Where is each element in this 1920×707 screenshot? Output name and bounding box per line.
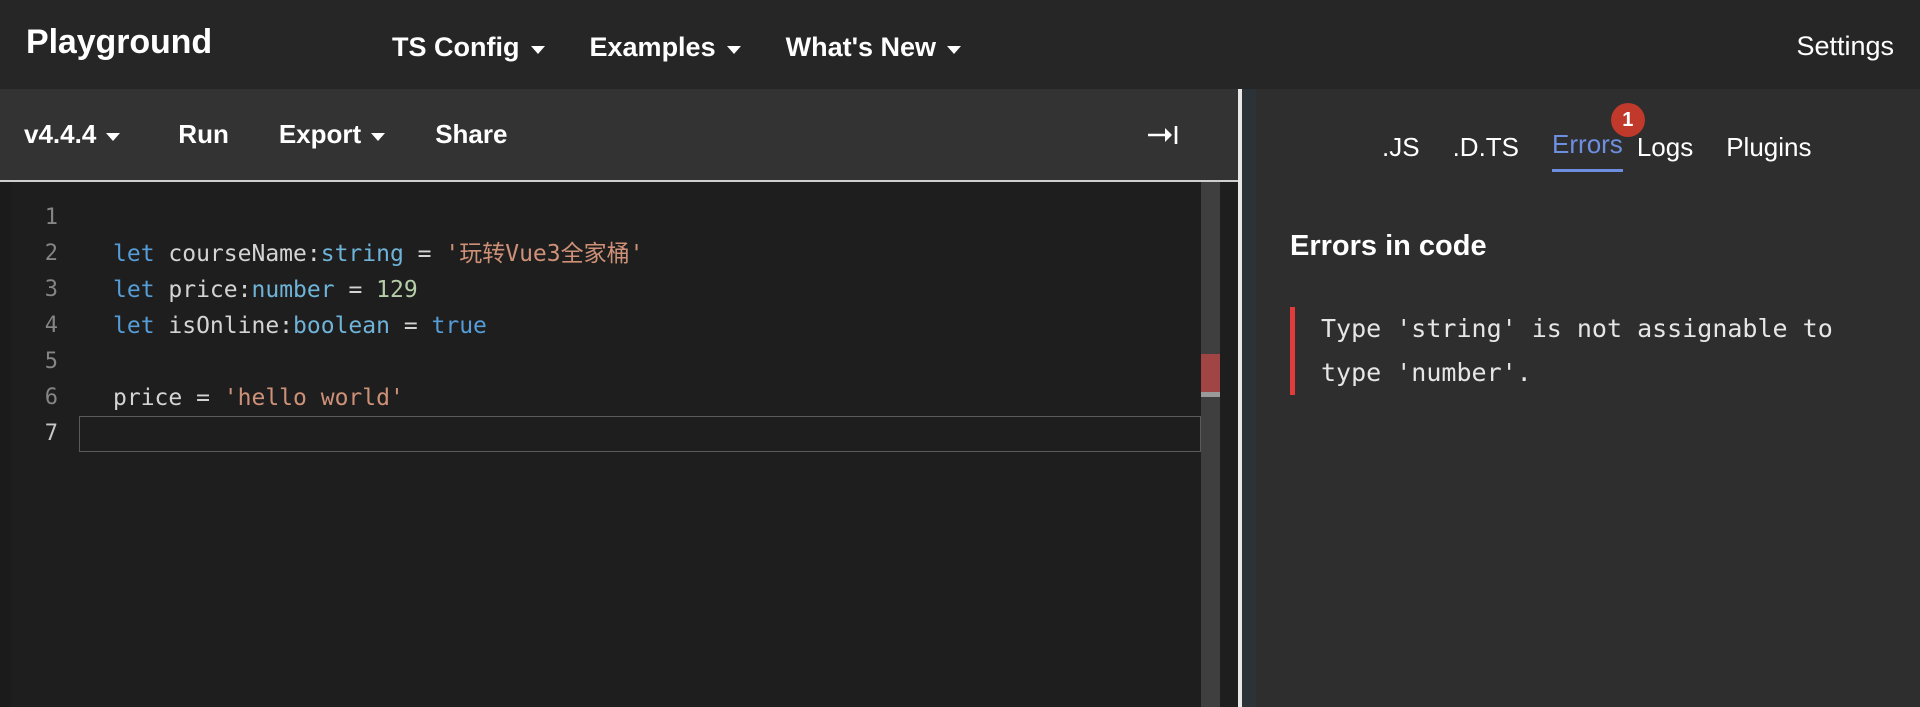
main-nav: TS Config Examples What's New [392, 32, 962, 63]
code-line: price = 'hello world' [113, 380, 1238, 416]
tab-label: .D.TS [1452, 132, 1520, 162]
editor-left-edge [0, 182, 11, 707]
tab-label: Plugins [1726, 132, 1812, 162]
tab-label: .JS [1382, 132, 1420, 162]
code-line: let courseName:string = '玩转Vue3全家桶' [113, 236, 1238, 272]
code-token: '玩转Vue3全家桶' [445, 241, 644, 267]
tab-dts[interactable]: .D.TS [1453, 130, 1519, 172]
error-marker[interactable] [1201, 354, 1220, 392]
code-token: : [306, 241, 321, 267]
export-label: Export [278, 119, 362, 149]
nav-item-examples[interactable]: Examples [590, 32, 741, 63]
nav-item-whats-new[interactable]: What's New [785, 32, 962, 63]
tab-js[interactable]: .JS [1382, 130, 1420, 172]
editor-toolbar: v4.4.4 Run Export Share [0, 89, 1238, 182]
code-token: 'hello world' [223, 385, 404, 411]
share-button[interactable]: Share [435, 119, 507, 150]
page-title: Playground [26, 23, 213, 61]
nav-item-label: Examples [589, 32, 716, 62]
code-token: = [334, 277, 377, 303]
code-content[interactable]: let courseName:string = '玩转Vue3全家桶' let p… [79, 182, 1238, 707]
code-token: courseName [154, 241, 307, 267]
panel-content: Errors in code Type 'string' is not assi… [1242, 182, 1920, 707]
code-token: let [113, 313, 155, 339]
body-split: v4.4.4 Run Export Share 1 2 3 4 5 6 7 le… [0, 89, 1920, 707]
code-token: 129 [376, 277, 418, 303]
line-number: 2 [44, 241, 58, 266]
code-token: string [320, 241, 404, 267]
cursor-marker [1201, 392, 1220, 397]
tab-label: Logs [1636, 132, 1694, 162]
export-button[interactable]: Export [278, 119, 386, 150]
code-line: let isOnline:boolean = true [113, 308, 1238, 344]
panel-left-edge [1242, 89, 1256, 707]
playground-app: Playground TS Config Examples What's New… [0, 0, 1920, 707]
share-label: Share [435, 119, 508, 149]
run-button[interactable]: Run [178, 119, 229, 150]
nav-item-label: TS Config [392, 32, 520, 62]
line-number: 5 [44, 349, 58, 374]
line-number: 3 [44, 277, 58, 302]
editor-pane: v4.4.4 Run Export Share 1 2 3 4 5 6 7 le… [0, 89, 1238, 707]
output-panel: .JS .D.TS Errors 1 Logs Plugins Errors i… [1242, 89, 1920, 707]
code-token: = [403, 241, 446, 267]
code-token: true [431, 313, 487, 339]
tab-logs[interactable]: Logs [1637, 130, 1693, 172]
arrow-to-line-right-icon[interactable] [1140, 115, 1186, 155]
nav-item-label: What's New [785, 32, 937, 62]
code-token: price [154, 277, 238, 303]
panel-tab-bar: .JS .D.TS Errors 1 Logs Plugins [1242, 89, 1920, 182]
code-line: let price:number = 129 [113, 272, 1238, 308]
errors-heading: Errors in code [1290, 230, 1487, 262]
code-token: number [251, 277, 335, 303]
chevron-down-icon [106, 132, 121, 141]
code-token: = [389, 313, 432, 339]
line-number-gutter: 1 2 3 4 5 6 7 [0, 182, 79, 707]
chevron-down-icon [371, 132, 386, 141]
tab-plugins[interactable]: Plugins [1726, 130, 1811, 172]
code-token: : [279, 313, 294, 339]
chevron-down-icon [947, 45, 962, 54]
error-message: Type 'string' is not assignable to type … [1321, 314, 1833, 387]
version-label: v4.4.4 [24, 119, 97, 149]
chevron-down-icon [726, 45, 741, 54]
tab-errors[interactable]: Errors 1 [1552, 103, 1645, 172]
code-token: = [182, 385, 224, 411]
editor-scrollbar[interactable] [1201, 182, 1220, 707]
code-token: boolean [293, 313, 390, 339]
run-label: Run [178, 119, 229, 149]
line-number: 1 [44, 205, 58, 230]
code-token: : [237, 277, 252, 303]
line-number-active: 7 [44, 421, 58, 446]
nav-item-ts-config[interactable]: TS Config [392, 32, 545, 63]
line-number: 6 [44, 385, 58, 410]
code-token: let [113, 277, 155, 303]
chevron-down-icon [530, 45, 545, 54]
version-selector[interactable]: v4.4.4 [24, 119, 121, 150]
top-navbar: Playground TS Config Examples What's New… [0, 0, 1920, 89]
code-token: let [113, 241, 155, 267]
error-list-item[interactable]: Type 'string' is not assignable to type … [1290, 307, 1872, 395]
code-editor[interactable]: 1 2 3 4 5 6 7 let courseName:string = '玩… [0, 182, 1238, 707]
line-number: 4 [44, 313, 58, 338]
tab-label: Errors [1552, 129, 1623, 159]
nav-item-settings[interactable]: Settings [1796, 31, 1894, 62]
code-token: isOnline [154, 313, 280, 339]
code-token: price [113, 380, 182, 416]
